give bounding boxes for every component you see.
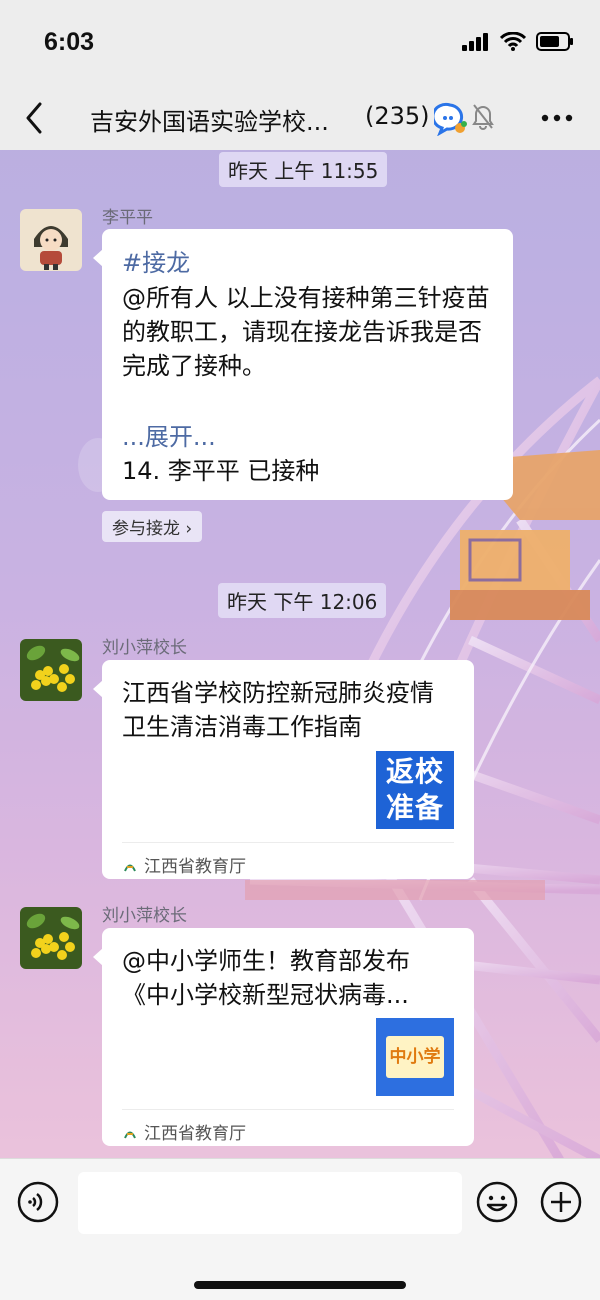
link-thumbnail: 中小学 <box>376 1018 454 1096</box>
avatar-girl-image <box>20 209 82 271</box>
divider <box>122 1109 454 1110</box>
member-count: (235) <box>365 102 430 130</box>
link-title: 江西省学校防控新冠肺炎疫情卫生清洁消毒工作指南 <box>122 679 434 741</box>
link-source: 江西省教育厅 <box>122 852 246 877</box>
source-logo-icon <box>124 1131 136 1139</box>
link-card-bubble[interactable]: @中小学师生！教育部发布《中小学校新型冠状病毒... 中小学 江西省教育厅 <box>93 928 474 1146</box>
chat-title: 吉安外国语实验学校... <box>90 108 329 136</box>
battery-icon <box>536 32 573 51</box>
wifi-icon <box>500 32 526 51</box>
expand-link[interactable]: ...展开... <box>122 417 216 452</box>
solitaire-entry: 14. 李平平 已接种 <box>122 457 320 485</box>
sender-name: 刘小萍校长 <box>102 906 187 926</box>
avatar[interactable] <box>20 907 82 969</box>
link-title: @中小学师生！教育部发布《中小学校新型冠状病毒... <box>122 947 410 1009</box>
divider <box>122 842 454 843</box>
avatar-flowers-image <box>20 907 82 969</box>
group-chat-icon <box>434 102 467 136</box>
message-text: @所有人 以上没有接种第三针疫苗的教职工，请现在接龙告诉我是否完成了接种。 <box>122 284 490 380</box>
source-name: 江西省教育厅 <box>144 1124 246 1144</box>
home-indicator <box>194 1281 406 1289</box>
join-solitaire-button[interactable]: 参与接龙 › <box>102 511 203 542</box>
avatar[interactable] <box>20 209 82 271</box>
chat-header: 吉安外国语实验学校... (235) <box>0 88 600 150</box>
message-list[interactable]: 昨天 上午 11:55 李平平 #接龙 @所有人 以上没有接种第三针疫苗的教职工… <box>0 150 600 1158</box>
link-card-bubble[interactable]: 江西省学校防控新冠肺炎疫情卫生清洁消毒工作指南 返校准备 江西省教育厅 <box>93 660 474 879</box>
status-time: 6:03 <box>44 28 95 56</box>
back-arrow-icon[interactable] <box>20 100 50 136</box>
solitaire-message-bubble[interactable]: #接龙 @所有人 以上没有接种第三针疫苗的教职工，请现在接龙告诉我是否完成了接种… <box>93 229 513 500</box>
message-timestamp: 昨天 下午 12:06 <box>218 583 387 618</box>
sender-name: 刘小萍校长 <box>102 638 187 658</box>
solitaire-tag[interactable]: #接龙 <box>122 243 190 278</box>
link-source: 江西省教育厅 <box>122 1119 246 1144</box>
message-input[interactable] <box>78 1172 462 1234</box>
source-logo-icon <box>124 864 136 872</box>
status-bar: 6:03 <box>0 0 600 88</box>
thumbnail-text: 返校准备 <box>385 755 444 824</box>
more-icon[interactable] <box>540 106 574 130</box>
message-timestamp: 昨天 上午 11:55 <box>219 152 388 187</box>
mute-bell-icon <box>472 104 494 130</box>
signal-icon <box>462 32 488 51</box>
plus-icon[interactable] <box>540 1181 582 1223</box>
voice-icon[interactable] <box>17 1181 59 1223</box>
status-icons <box>462 32 574 51</box>
emoji-icon[interactable] <box>476 1181 518 1223</box>
avatar[interactable] <box>20 639 82 701</box>
input-bar <box>0 1158 600 1300</box>
source-name: 江西省教育厅 <box>144 857 246 877</box>
thumbnail-text: 中小学 <box>389 1047 441 1067</box>
sender-name: 李平平 <box>102 208 153 228</box>
link-thumbnail: 返校准备 <box>376 751 454 829</box>
avatar-flowers-image <box>20 639 82 701</box>
